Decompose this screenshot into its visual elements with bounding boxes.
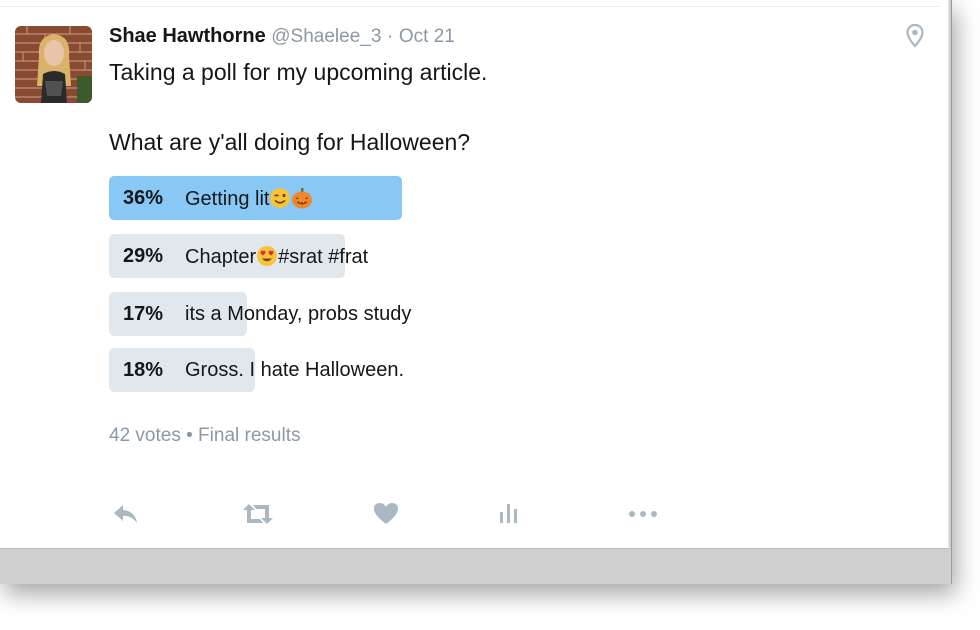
jack-o-lantern-icon (291, 188, 313, 210)
poll-option-label: Getting lit (185, 187, 313, 211)
poll-option-text: Chapter (185, 246, 257, 268)
votes-count: 42 votes (109, 425, 181, 446)
poll-option-text: Gross. I hate Halloween. (185, 359, 404, 381)
avatar[interactable] (15, 26, 92, 103)
poll-option-text: its a Monday, probs study (185, 303, 412, 325)
poll-option-hashtags[interactable]: #srat #frat (278, 246, 368, 268)
analytics-icon[interactable] (495, 500, 525, 528)
poll-option-percent: 17% (123, 303, 164, 325)
tweet-date[interactable]: Oct 21 (399, 26, 455, 47)
poll-option-text: Getting lit (185, 188, 270, 210)
tweet-text-line-1: Taking a poll for my upcoming article. (109, 59, 488, 85)
more-icon[interactable] (626, 500, 662, 528)
poll-option: 17% its a Monday, probs study (109, 292, 709, 336)
poll-option: 29% Chapter #srat #frat (109, 234, 709, 278)
poll-status: Final results (198, 425, 301, 446)
poll-option-label: Gross. I hate Halloween. (185, 359, 404, 382)
author-name[interactable]: Shae Hawthorne (109, 25, 266, 47)
poll-option: 36% Getting lit (109, 176, 709, 220)
poll-option-percent: 18% (123, 359, 164, 381)
poll-option-percent: 36% (123, 187, 164, 209)
heart-eyes-face-icon (256, 246, 278, 268)
poll-option-label: Chapter #srat #frat (185, 245, 368, 269)
location-pin-icon[interactable] (906, 23, 924, 48)
meta-separator: · (386, 26, 394, 47)
reply-icon[interactable] (111, 500, 141, 528)
tweet-card: Shae Hawthorne @Shaelee_3 · Oct 21 Takin… (0, 0, 949, 549)
tweet-text-line-2: What are y'all doing for Halloween? (109, 129, 471, 155)
winking-face-icon (269, 188, 291, 210)
poll-option-label: its a Monday, probs study (185, 303, 411, 326)
like-icon[interactable] (372, 500, 402, 528)
retweet-icon[interactable] (240, 500, 276, 528)
poll-option: 18% Gross. I hate Halloween. (109, 348, 709, 392)
author-handle[interactable]: @Shaelee_3 (271, 26, 381, 47)
window-frame: Shae Hawthorne @Shaelee_3 · Oct 21 Takin… (0, 0, 952, 584)
poll-footer: 42 votes • Final results (109, 425, 300, 447)
poll-option-percent: 29% (123, 245, 164, 267)
tweet-header: Shae Hawthorne @Shaelee_3 · Oct 21 (109, 25, 455, 48)
divider (0, 6, 940, 7)
footer-bullet: • (186, 425, 193, 446)
